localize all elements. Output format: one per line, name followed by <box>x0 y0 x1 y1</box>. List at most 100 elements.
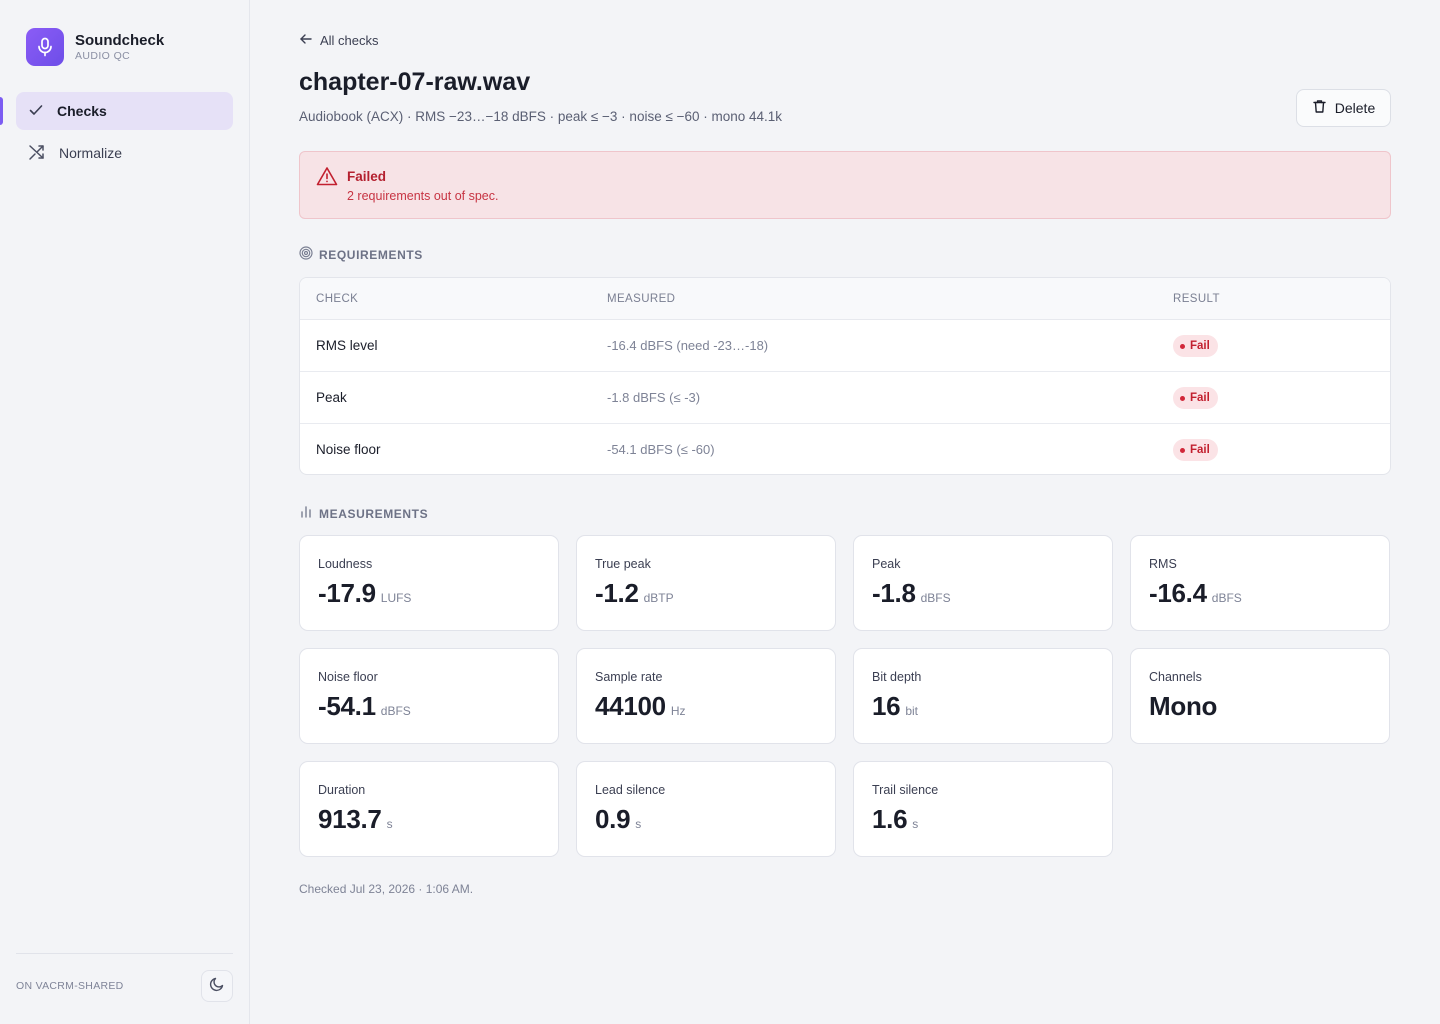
measurement-card-bit-depth: Bit depth 16 bit <box>853 648 1113 744</box>
card-label: Lead silence <box>595 783 666 797</box>
card-value: -1.2 <box>595 578 639 608</box>
back-link[interactable]: All checks <box>299 32 379 49</box>
measurement-card-channels: Channels Mono <box>1130 648 1390 744</box>
arrow-left-icon <box>299 32 313 49</box>
requirements-heading: REQUIREMENTS <box>299 246 423 263</box>
measurement-card-noise-floor: Noise floor -54.1 dBFS <box>299 648 559 744</box>
target-icon <box>299 246 313 263</box>
check-icon <box>28 102 44 121</box>
sidebar: Soundcheck AUDIO QC Checks Normalize ON … <box>0 0 250 1024</box>
check-name: Noise floor <box>316 442 381 457</box>
check-name: RMS level <box>316 338 378 353</box>
measurement-card-trail-silence: Trail silence 1.6 s <box>853 761 1113 857</box>
column-header-check: CHECK <box>316 293 359 305</box>
sidebar-nav: Checks Normalize <box>16 92 233 176</box>
measurement-card-sample-rate: Sample rate 44100 Hz <box>576 648 836 744</box>
card-unit: s <box>635 817 642 831</box>
requirements-table: CHECK MEASURED RESULT RMS level -16.4 dB… <box>299 277 1391 475</box>
back-link-label: All checks <box>320 33 379 48</box>
fail-dot-icon <box>1180 447 1185 453</box>
card-label: Loudness <box>318 557 373 571</box>
measurement-card-duration: Duration 913.7 s <box>299 761 559 857</box>
card-value: 44100 <box>595 691 666 721</box>
alert-message: 2 requirements out of spec. <box>347 189 499 203</box>
card-value: 16 <box>872 691 901 721</box>
card-unit: Hz <box>670 704 686 718</box>
fail-dot-icon <box>1180 343 1185 349</box>
card-value: -16.4 <box>1149 578 1207 608</box>
requirements-label: REQUIREMENTS <box>319 247 423 262</box>
measurement-card-lead-silence: Lead silence 0.9 s <box>576 761 836 857</box>
card-label: Noise floor <box>318 670 378 684</box>
column-header-measured: MEASURED <box>607 293 676 305</box>
card-unit: dBFS <box>1211 591 1242 605</box>
card-value: -1.8 <box>872 578 916 608</box>
card-label: Duration <box>318 783 366 797</box>
divider <box>16 953 233 954</box>
trash-icon <box>1312 99 1327 117</box>
card-unit: dBFS <box>920 591 951 605</box>
card-label: Peak <box>872 557 901 571</box>
page-subtitle: Audiobook (ACX) · RMS −23…−18 dBFS · pea… <box>299 109 783 124</box>
status-badge: Fail <box>1173 439 1218 461</box>
sidebar-item-normalize[interactable]: Normalize <box>16 134 233 172</box>
delete-label: Delete <box>1334 100 1376 116</box>
card-unit: s <box>912 817 919 831</box>
sidebar-item-checks[interactable]: Checks <box>16 92 233 130</box>
badge-label: Fail <box>1190 444 1210 456</box>
measurement-card-rms: RMS -16.4 dBFS <box>1130 535 1390 631</box>
card-label: True peak <box>595 557 651 571</box>
card-value: -54.1 <box>318 691 376 721</box>
active-nav-indicator <box>0 97 3 125</box>
measurement-card-true-peak: True peak -1.2 dBTP <box>576 535 836 631</box>
fail-dot-icon <box>1180 395 1185 401</box>
card-value: 913.7 <box>318 804 382 834</box>
status-alert: Failed 2 requirements out of spec. <box>299 151 1391 219</box>
measurement-card-peak: Peak -1.8 dBFS <box>853 535 1113 631</box>
theme-toggle-button[interactable] <box>201 970 233 1002</box>
checked-timestamp: Checked Jul 23, 2026 · 1:06 AM. <box>299 882 474 896</box>
card-value: 0.9 <box>595 804 631 834</box>
card-unit: LUFS <box>380 591 412 605</box>
table-row: Peak -1.8 dBFS (≤ -3) Fail <box>300 372 1390 424</box>
app-subtitle: AUDIO QC <box>75 50 131 62</box>
brand[interactable]: Soundcheck AUDIO QC <box>26 28 164 66</box>
alert-title: Failed <box>347 169 387 184</box>
sidebar-item-label: Checks <box>57 103 107 119</box>
app-name: Soundcheck <box>75 32 165 49</box>
microphone-icon <box>26 28 64 66</box>
measurements-label: MEASUREMENTS <box>319 506 429 521</box>
card-label: Trail silence <box>872 783 939 797</box>
measured-value: -54.1 dBFS (≤ -60) <box>607 442 715 457</box>
table-header: CHECK MEASURED RESULT <box>300 278 1390 320</box>
bar-chart-icon <box>299 505 313 522</box>
table-row: Noise floor -54.1 dBFS (≤ -60) Fail <box>300 424 1390 474</box>
shuffle-icon <box>28 143 46 164</box>
moon-icon <box>209 976 225 997</box>
status-badge: Fail <box>1173 335 1218 357</box>
card-label: Channels <box>1149 670 1202 684</box>
card-unit: dBTP <box>643 591 674 605</box>
card-label: Sample rate <box>595 670 663 684</box>
measurement-card-loudness: Loudness -17.9 LUFS <box>299 535 559 631</box>
badge-label: Fail <box>1190 392 1210 404</box>
card-label: RMS <box>1149 557 1177 571</box>
page-title: chapter-07-raw.wav <box>299 68 531 96</box>
card-unit: bit <box>905 704 919 718</box>
status-badge: Fail <box>1173 387 1218 409</box>
measured-value: -1.8 dBFS (≤ -3) <box>607 390 701 405</box>
card-unit: dBFS <box>380 704 411 718</box>
measurements-grid: Loudness -17.9 LUFS True peak -1.2 dBTP Pe… <box>299 535 1391 857</box>
measured-value: -16.4 dBFS (need -23…-18) <box>607 338 769 353</box>
card-value: 1.6 <box>872 804 908 834</box>
delete-button[interactable]: Delete <box>1296 89 1391 127</box>
card-label: Bit depth <box>872 670 922 684</box>
column-header-result: RESULT <box>1173 293 1220 305</box>
warning-icon <box>316 166 338 191</box>
card-value: Mono <box>1149 691 1218 721</box>
badge-label: Fail <box>1190 340 1210 352</box>
table-row: RMS level -16.4 dBFS (need -23…-18) Fail <box>300 320 1390 372</box>
sidebar-item-label: Normalize <box>59 145 123 161</box>
workspace-label: ON VACRM-SHARED <box>16 980 124 992</box>
card-value: -17.9 <box>318 578 376 608</box>
